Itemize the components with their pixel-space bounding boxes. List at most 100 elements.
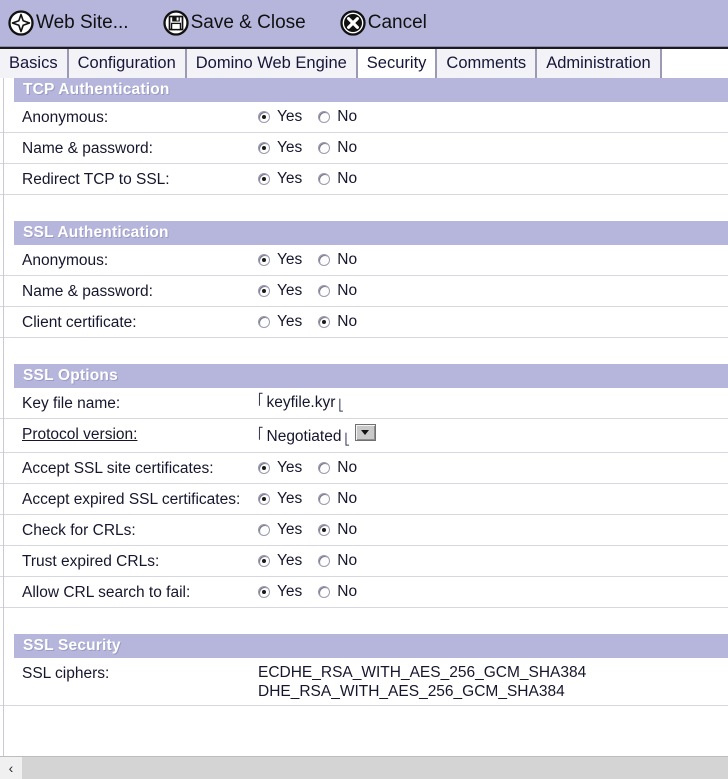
radio-group-check-for-crls: Yes No [258, 520, 728, 539]
radio-no-label: No [337, 521, 358, 538]
protocol-version-value: Negotiated [266, 428, 342, 445]
field-row-accept-expired-ssl-certificates: Accept expired SSL certificates: Yes No [0, 484, 728, 515]
radio-group-tcp-anonymous: Yes No [258, 107, 728, 126]
radio-yes-indicator [258, 172, 270, 185]
radio-no-label: No [337, 170, 358, 187]
radio-no-indicator [318, 523, 331, 536]
field-value: Yes No [258, 307, 728, 335]
radio-group-trust-expired-crls: Yes No [258, 551, 728, 570]
tab-security[interactable]: Security [357, 49, 438, 78]
radio-no[interactable]: No [318, 489, 357, 508]
field-value: Yes No [258, 546, 728, 574]
field-row-tcp-anonymous: Anonymous: Yes No [0, 102, 728, 133]
radio-yes-label: Yes [277, 108, 303, 125]
radio-no-indicator [318, 110, 331, 123]
radio-yes-label: Yes [277, 313, 303, 330]
radio-yes[interactable]: Yes [258, 250, 302, 269]
radio-no[interactable]: No [318, 312, 357, 331]
save-and-close-button[interactable]: Save & Close [162, 10, 306, 36]
radio-no[interactable]: No [318, 520, 357, 539]
tab-comments[interactable]: Comments [437, 49, 538, 78]
field-label-text: Protocol version: [22, 426, 138, 443]
tab-configuration[interactable]: Configuration [68, 49, 187, 78]
radio-group-ssl-anonymous: Yes No [258, 250, 728, 269]
field-row-ssl-anonymous: Anonymous: Yes No [0, 245, 728, 276]
key-file-name-value: keyfile.kyr [266, 394, 336, 411]
radio-yes[interactable]: Yes [258, 169, 302, 188]
field-label: Protocol version: [0, 419, 258, 449]
field-end-marker-icon: ⎣ [344, 434, 350, 446]
radio-no-indicator [318, 284, 331, 297]
radio-no-indicator [318, 315, 331, 328]
radio-no[interactable]: No [318, 458, 357, 477]
radio-no[interactable]: No [318, 551, 357, 570]
radio-yes-label: Yes [277, 170, 303, 187]
tab-administration-label: Administration [546, 54, 651, 72]
section-title: TCP Authentication [23, 81, 170, 98]
radio-no[interactable]: No [318, 281, 357, 300]
radio-yes[interactable]: Yes [258, 138, 302, 157]
field-label: Trust expired CRLs: [22, 553, 160, 570]
field-value: Yes No [258, 276, 728, 304]
radio-no[interactable]: No [318, 250, 357, 269]
radio-yes[interactable]: Yes [258, 520, 302, 539]
tab-administration[interactable]: Administration [537, 49, 662, 78]
radio-yes-label: Yes [277, 552, 303, 569]
radio-group-accept-expired-ssl-certificates: Yes No [258, 489, 728, 508]
horizontal-scrollbar[interactable]: ‹ [0, 756, 728, 779]
radio-yes-indicator [258, 554, 270, 567]
tab-bar: Basics Configuration Domino Web Engine S… [0, 47, 728, 78]
radio-no[interactable]: No [318, 169, 357, 188]
field-label: Anonymous: [22, 109, 109, 126]
radio-no-label: No [337, 139, 358, 156]
field-value[interactable]: ECDHE_RSA_WITH_AES_256_GCM_SHA384 DHE_RS… [258, 658, 728, 705]
action-toolbar: Web Site... Save & Close Cancel [0, 0, 728, 47]
radio-no-indicator [318, 585, 331, 598]
section-title: SSL Options [23, 367, 118, 384]
web-site-button[interactable]: Web Site... [8, 10, 129, 36]
field-value: Yes No [258, 245, 728, 273]
section-header-ssl-authentication: SSL Authentication [14, 221, 728, 245]
field-start-marker-icon: ⎡ [258, 428, 264, 440]
cancel-x-icon [340, 10, 366, 36]
radio-yes-label: Yes [277, 139, 303, 156]
radio-yes[interactable]: Yes [258, 458, 302, 477]
radio-no[interactable]: No [318, 582, 357, 601]
tab-basics[interactable]: Basics [0, 49, 69, 78]
tab-domino-web-engine[interactable]: Domino Web Engine [186, 49, 358, 78]
section-title: SSL Authentication [23, 224, 169, 241]
scrollbar-track[interactable] [22, 757, 728, 779]
web-site-button-label: Web Site... [36, 12, 129, 33]
section-title: SSL Security [23, 637, 121, 654]
radio-yes[interactable]: Yes [258, 582, 302, 601]
tab-comments-label: Comments [446, 54, 527, 72]
section-header-ssl-options: SSL Options [14, 364, 728, 388]
radio-no-indicator [318, 554, 331, 567]
radio-group-ssl-name-password: Yes No [258, 281, 728, 300]
section-gap [0, 608, 728, 634]
radio-yes[interactable]: Yes [258, 281, 302, 300]
radio-no-label: No [337, 490, 358, 507]
field-row-protocol-version: Protocol version: ⎡ Negotiated ⎣ [0, 419, 728, 453]
scroll-left-arrow-icon[interactable]: ‹ [0, 757, 22, 779]
radio-no-label: No [337, 552, 358, 569]
field-row-accept-ssl-site-certificates: Accept SSL site certificates: Yes No [0, 453, 728, 484]
radio-yes[interactable]: Yes [258, 107, 302, 126]
field-value: Yes No [258, 133, 728, 161]
chevron-down-icon[interactable] [354, 424, 376, 441]
radio-yes[interactable]: Yes [258, 312, 302, 331]
key-file-name-input[interactable]: ⎡ keyfile.kyr ⎣ [258, 393, 344, 414]
radio-no[interactable]: No [318, 107, 357, 126]
field-label: Client certificate: [22, 314, 137, 331]
cancel-button[interactable]: Cancel [340, 10, 427, 36]
cancel-button-label: Cancel [367, 12, 427, 33]
field-value: ⎡ keyfile.kyr ⎣ [258, 388, 728, 418]
protocol-version-select[interactable]: ⎡ Negotiated ⎣ [258, 424, 376, 448]
security-form: TCP Authentication Anonymous: Yes No Nam [0, 78, 728, 779]
field-row-allow-crl-search-to-fail: Allow CRL search to fail: Yes No [0, 577, 728, 608]
radio-yes[interactable]: Yes [258, 489, 302, 508]
radio-no[interactable]: No [318, 138, 357, 157]
radio-no-label: No [337, 459, 358, 476]
radio-yes[interactable]: Yes [258, 551, 302, 570]
radio-no-label: No [337, 251, 358, 268]
